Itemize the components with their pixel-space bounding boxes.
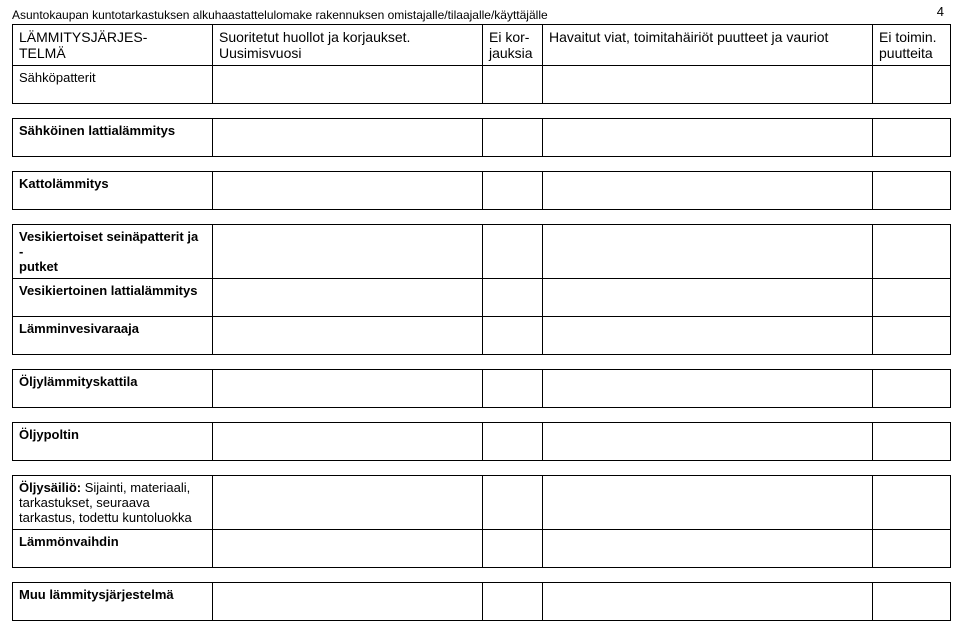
table-row: Kattolämmitys [13,172,951,210]
form-table-block-5: Öljylämmityskattila [12,369,951,408]
cell-input[interactable] [483,119,543,157]
cell-input[interactable] [213,423,483,461]
cell-input[interactable] [873,317,951,355]
row-label-oljysailio: Öljysäiliö: Sijainti, materiaali, tarkas… [13,476,213,530]
row-label-oljylammityskattila: Öljylämmityskattila [13,370,213,408]
header-col2-line1: Suoritetut huollot ja korjaukset. [219,29,410,45]
cell-input[interactable] [543,119,873,157]
cell-input[interactable] [873,172,951,210]
cell-input[interactable] [483,370,543,408]
row-label-line1: Vesikiertoiset seinäpatterit ja - [19,229,198,259]
cell-input[interactable] [543,66,873,104]
header-col5-line2: puutteita [879,45,933,61]
cell-input[interactable] [213,225,483,279]
row-label-lamminvesivaraaja: Lämminvesivaraaja [13,317,213,355]
row-label-oljysailio-bold: Öljysäiliö: [19,480,81,495]
cell-input[interactable] [543,583,873,621]
table-row: Muu lämmitysjärjestelmä [13,583,951,621]
cell-input[interactable] [873,225,951,279]
table-row: Öljylämmityskattila [13,370,951,408]
form-table-block-1: LÄMMITYSJÄRJES- TELMÄ Suoritetut huollot… [12,24,951,104]
cell-input[interactable] [873,530,951,568]
cell-input[interactable] [213,317,483,355]
row-label-vesikiertoiset-seinapatterit: Vesikiertoiset seinäpatterit ja - putket [13,225,213,279]
table-row: Öljysäiliö: Sijainti, materiaali, tarkas… [13,476,951,530]
table-row: Lämmönvaihdin [13,530,951,568]
cell-input[interactable] [873,66,951,104]
cell-input[interactable] [483,423,543,461]
table-row: Öljypoltin [13,423,951,461]
cell-input[interactable] [543,279,873,317]
row-label-kattolammitys: Kattolämmitys [13,172,213,210]
table-row: Vesikiertoiset seinäpatterit ja - putket [13,225,951,279]
header-col4: Havaitut viat, toimitahäiriöt puutteet j… [543,25,873,66]
cell-input[interactable] [543,370,873,408]
table-row: Sähköpatterit [13,66,951,104]
row-label-sahkopatterit: Sähköpatterit [13,66,213,104]
cell-input[interactable] [213,172,483,210]
header-col3-line1: Ei kor- [489,29,529,45]
cell-input[interactable] [213,279,483,317]
header-col2: Suoritetut huollot ja korjaukset. Uusimi… [213,25,483,66]
cell-input[interactable] [213,476,483,530]
cell-input[interactable] [483,225,543,279]
cell-input[interactable] [873,476,951,530]
cell-input[interactable] [483,530,543,568]
page-number: 4 [937,4,944,19]
row-label-oljypoltin: Öljypoltin [13,423,213,461]
form-table-block-3: Kattolämmitys [12,171,951,210]
cell-input[interactable] [543,423,873,461]
cell-input[interactable] [213,119,483,157]
cell-input[interactable] [543,172,873,210]
cell-input[interactable] [543,476,873,530]
header-col3-line2: jauksia [489,45,533,61]
header-col1-line1: LÄMMITYSJÄRJES- [19,29,147,45]
cell-input[interactable] [873,279,951,317]
table-row: Lämminvesivaraaja [13,317,951,355]
cell-input[interactable] [543,530,873,568]
row-label-lammonvaihdin: Lämmönvaihdin [13,530,213,568]
form-table-block-6: Öljypoltin [12,422,951,461]
table-header-row: LÄMMITYSJÄRJES- TELMÄ Suoritetut huollot… [13,25,951,66]
header-col1: LÄMMITYSJÄRJES- TELMÄ [13,25,213,66]
header-col5-line1: Ei toimin. [879,29,937,45]
cell-input[interactable] [483,317,543,355]
cell-input[interactable] [483,172,543,210]
form-table-block-2: Sähköinen lattialämmitys [12,118,951,157]
header-col2-line2: Uusimisvuosi [219,45,301,61]
cell-input[interactable] [483,279,543,317]
header-col3: Ei kor- jauksia [483,25,543,66]
cell-input[interactable] [873,119,951,157]
cell-input[interactable] [483,66,543,104]
header-col1-line2: TELMÄ [19,45,66,61]
cell-input[interactable] [543,317,873,355]
header-col5: Ei toimin. puutteita [873,25,951,66]
cell-input[interactable] [483,476,543,530]
form-table-block-8: Muu lämmitysjärjestelmä [12,582,951,621]
row-label-line2: putket [19,259,58,274]
row-label-vesikiertoinen-lattialammitys: Vesikiertoinen lattialämmitys [13,279,213,317]
table-row: Vesikiertoinen lattialämmitys [13,279,951,317]
form-table-block-7: Öljysäiliö: Sijainti, materiaali, tarkas… [12,475,951,568]
cell-input[interactable] [873,370,951,408]
cell-input[interactable] [213,530,483,568]
cell-input[interactable] [873,423,951,461]
cell-input[interactable] [213,66,483,104]
form-table-block-4: Vesikiertoiset seinäpatterit ja - putket… [12,224,951,355]
row-label-sahkoinen-lattialammitys: Sähköinen lattialämmitys [13,119,213,157]
cell-input[interactable] [483,583,543,621]
cell-input[interactable] [213,370,483,408]
table-row: Sähköinen lattialämmitys [13,119,951,157]
cell-input[interactable] [213,583,483,621]
cell-input[interactable] [873,583,951,621]
row-label-muu-lammitysjarjestelma: Muu lämmitysjärjestelmä [13,583,213,621]
cell-input[interactable] [543,225,873,279]
document-title: Asuntokaupan kuntotarkastuksen alkuhaast… [12,8,948,22]
